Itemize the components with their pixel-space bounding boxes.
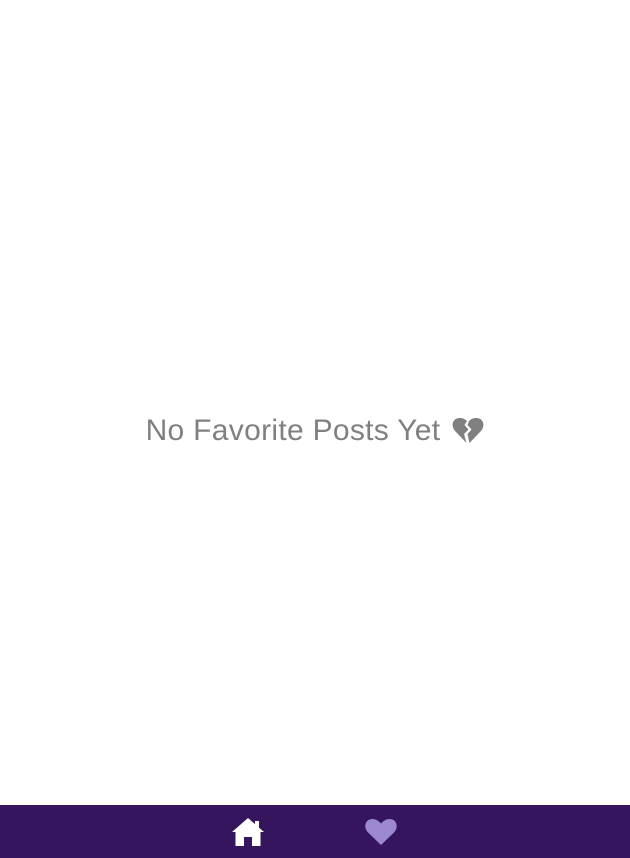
broken-heart-icon — [452, 417, 484, 445]
app-window: No Favorite Posts Yet — [0, 0, 630, 858]
nav-home-button[interactable] — [220, 805, 276, 858]
empty-message: No Favorite Posts Yet — [145, 413, 441, 447]
home-icon — [231, 817, 265, 847]
favorites-empty-state: No Favorite Posts Yet — [0, 0, 630, 805]
heart-icon — [364, 817, 398, 847]
empty-message-row: No Favorite Posts Yet — [146, 414, 485, 448]
bottom-navigation-bar — [0, 805, 630, 858]
nav-favorites-button[interactable] — [353, 805, 409, 858]
